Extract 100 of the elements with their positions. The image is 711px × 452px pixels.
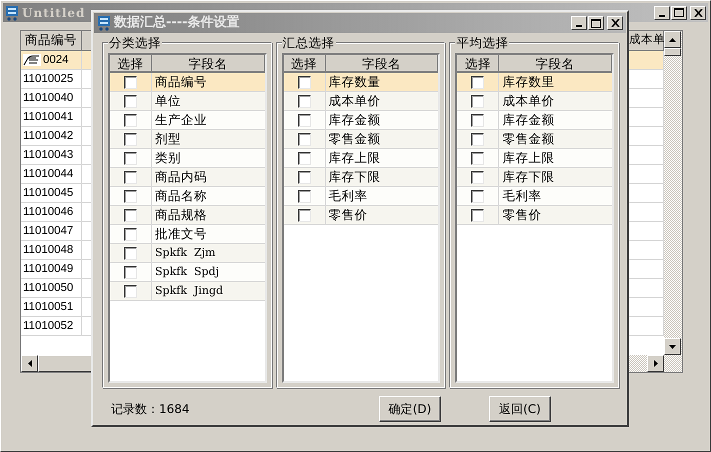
minimize-button[interactable] (654, 6, 670, 20)
column-header[interactable]: 选择 (284, 55, 326, 71)
table-row[interactable]: 剂型 (110, 130, 265, 149)
table-row[interactable]: 库存数里 (457, 73, 612, 92)
table-row[interactable]: Spkfk Spdj (110, 263, 265, 282)
checkbox[interactable] (471, 190, 484, 202)
checkbox[interactable] (471, 114, 484, 126)
table-row[interactable]: 零售金额 (457, 130, 612, 149)
table-cell-text: 11010045 (23, 186, 74, 201)
table-row[interactable]: 商品编号 (110, 73, 265, 92)
confirm-button[interactable]: 确定(D) (379, 396, 441, 422)
table-row[interactable]: 商品规格 (110, 206, 265, 225)
table-row[interactable]: 类别 (110, 149, 265, 168)
table-row[interactable]: 库存上限 (457, 149, 612, 168)
table-row[interactable]: 成本单价 (457, 92, 612, 111)
table-cell-text: 11010040 (23, 91, 74, 106)
table-row[interactable]: 毛利率 (457, 187, 612, 206)
checkbox[interactable] (471, 152, 484, 164)
back-button[interactable]: 返回(C) (489, 396, 551, 422)
table-row[interactable]: 商品名称 (110, 187, 265, 206)
table-row[interactable]: Spkfk Jingd (110, 282, 265, 301)
checkbox[interactable] (124, 228, 137, 240)
close-button[interactable] (607, 16, 623, 30)
column-header[interactable]: 选择 (110, 55, 152, 71)
checkbox[interactable] (298, 152, 311, 164)
table-row[interactable]: 商品内码 (110, 168, 265, 187)
close-icon (694, 8, 702, 16)
checkbox[interactable] (124, 94, 137, 108)
table-row[interactable]: 批准文号 (110, 225, 265, 244)
scroll-left-button[interactable] (21, 355, 38, 372)
table-row[interactable]: 零售价 (284, 206, 438, 225)
maximize-button[interactable] (588, 16, 604, 30)
table-row[interactable]: 单位 (110, 92, 265, 111)
vertical-scrollbar[interactable] (664, 31, 682, 355)
field-label: 库存上限 (328, 149, 381, 167)
field-label: Spkfk Jingd (154, 283, 224, 299)
scroll-right-button[interactable] (647, 355, 664, 372)
checkbox[interactable] (471, 94, 484, 108)
table-cell-text: 0024 (42, 53, 69, 68)
app-icon (97, 15, 111, 31)
checkbox[interactable] (298, 208, 311, 222)
column-header[interactable]: 商品编号 (21, 31, 82, 50)
scroll-down-button[interactable] (664, 338, 681, 355)
table-row[interactable]: 库存下限 (457, 168, 612, 187)
field-label: 库存下限 (501, 168, 554, 186)
checkbox[interactable] (124, 284, 137, 298)
maximize-button[interactable] (671, 6, 687, 20)
checkbox[interactable] (298, 114, 311, 126)
scroll-up-button[interactable] (664, 31, 681, 48)
close-icon (610, 19, 620, 27)
field-label: 零售金额 (328, 130, 381, 148)
checkbox[interactable] (471, 208, 484, 222)
checkbox[interactable] (124, 190, 137, 202)
column-header[interactable]: 字段名 (326, 55, 438, 71)
table-cell-text: 11010042 (23, 129, 74, 144)
table-row[interactable]: 库存数量 (284, 73, 438, 92)
checkbox[interactable] (298, 170, 311, 184)
checkbox[interactable] (471, 132, 484, 146)
table-row[interactable]: 库存金额 (284, 111, 438, 130)
checkbox[interactable] (471, 76, 484, 88)
table-row[interactable]: 库存上限 (284, 149, 438, 168)
checkbox[interactable] (471, 170, 484, 184)
table-row[interactable]: 库存下限 (284, 168, 438, 187)
field-label: 库存金额 (328, 111, 381, 129)
minimize-button[interactable] (571, 16, 587, 30)
checkbox[interactable] (124, 246, 137, 260)
table-row[interactable]: 库存金额 (457, 111, 612, 130)
table-row[interactable]: 零售金额 (284, 130, 438, 149)
checkbox[interactable] (124, 152, 137, 164)
checkbox[interactable] (298, 76, 311, 88)
field-label: 商品内码 (154, 168, 207, 186)
column-header[interactable]: 字段名 (499, 55, 612, 71)
table-cell-text: 11010044 (23, 167, 74, 182)
checkbox[interactable] (124, 208, 137, 222)
table-row[interactable]: 生产企业 (110, 111, 265, 130)
close-button[interactable] (690, 6, 706, 20)
field-label: 商品名称 (154, 187, 207, 205)
checkbox[interactable] (124, 170, 137, 184)
left-arrow-icon (28, 360, 32, 367)
scroll-thumb[interactable] (664, 48, 681, 56)
column-header[interactable]: 字段名 (152, 55, 265, 71)
checkbox[interactable] (124, 114, 137, 126)
checkbox[interactable] (298, 132, 311, 146)
table-row[interactable]: 毛利率 (284, 187, 438, 206)
checkbox[interactable] (298, 190, 311, 202)
checkbox[interactable] (124, 132, 137, 146)
field-label: 成本单价 (328, 92, 381, 110)
table-row[interactable]: 成本单价 (284, 92, 438, 111)
checkbox[interactable] (124, 266, 137, 278)
table-row[interactable]: 零售价 (457, 206, 612, 225)
column-header[interactable]: 选择 (457, 55, 500, 71)
field-label: 成本单价 (501, 92, 554, 110)
field-label: Spkfk Zjm (154, 245, 216, 261)
checkbox[interactable] (124, 76, 137, 88)
field-label: 库存数里 (501, 73, 554, 91)
group-title: 分类选择 (108, 35, 162, 50)
checkbox[interactable] (298, 94, 311, 108)
maximize-icon (591, 18, 601, 28)
table-row[interactable]: Spkfk Zjm (110, 244, 265, 263)
dialog-title: 数据汇总----条件设置 (114, 14, 240, 32)
